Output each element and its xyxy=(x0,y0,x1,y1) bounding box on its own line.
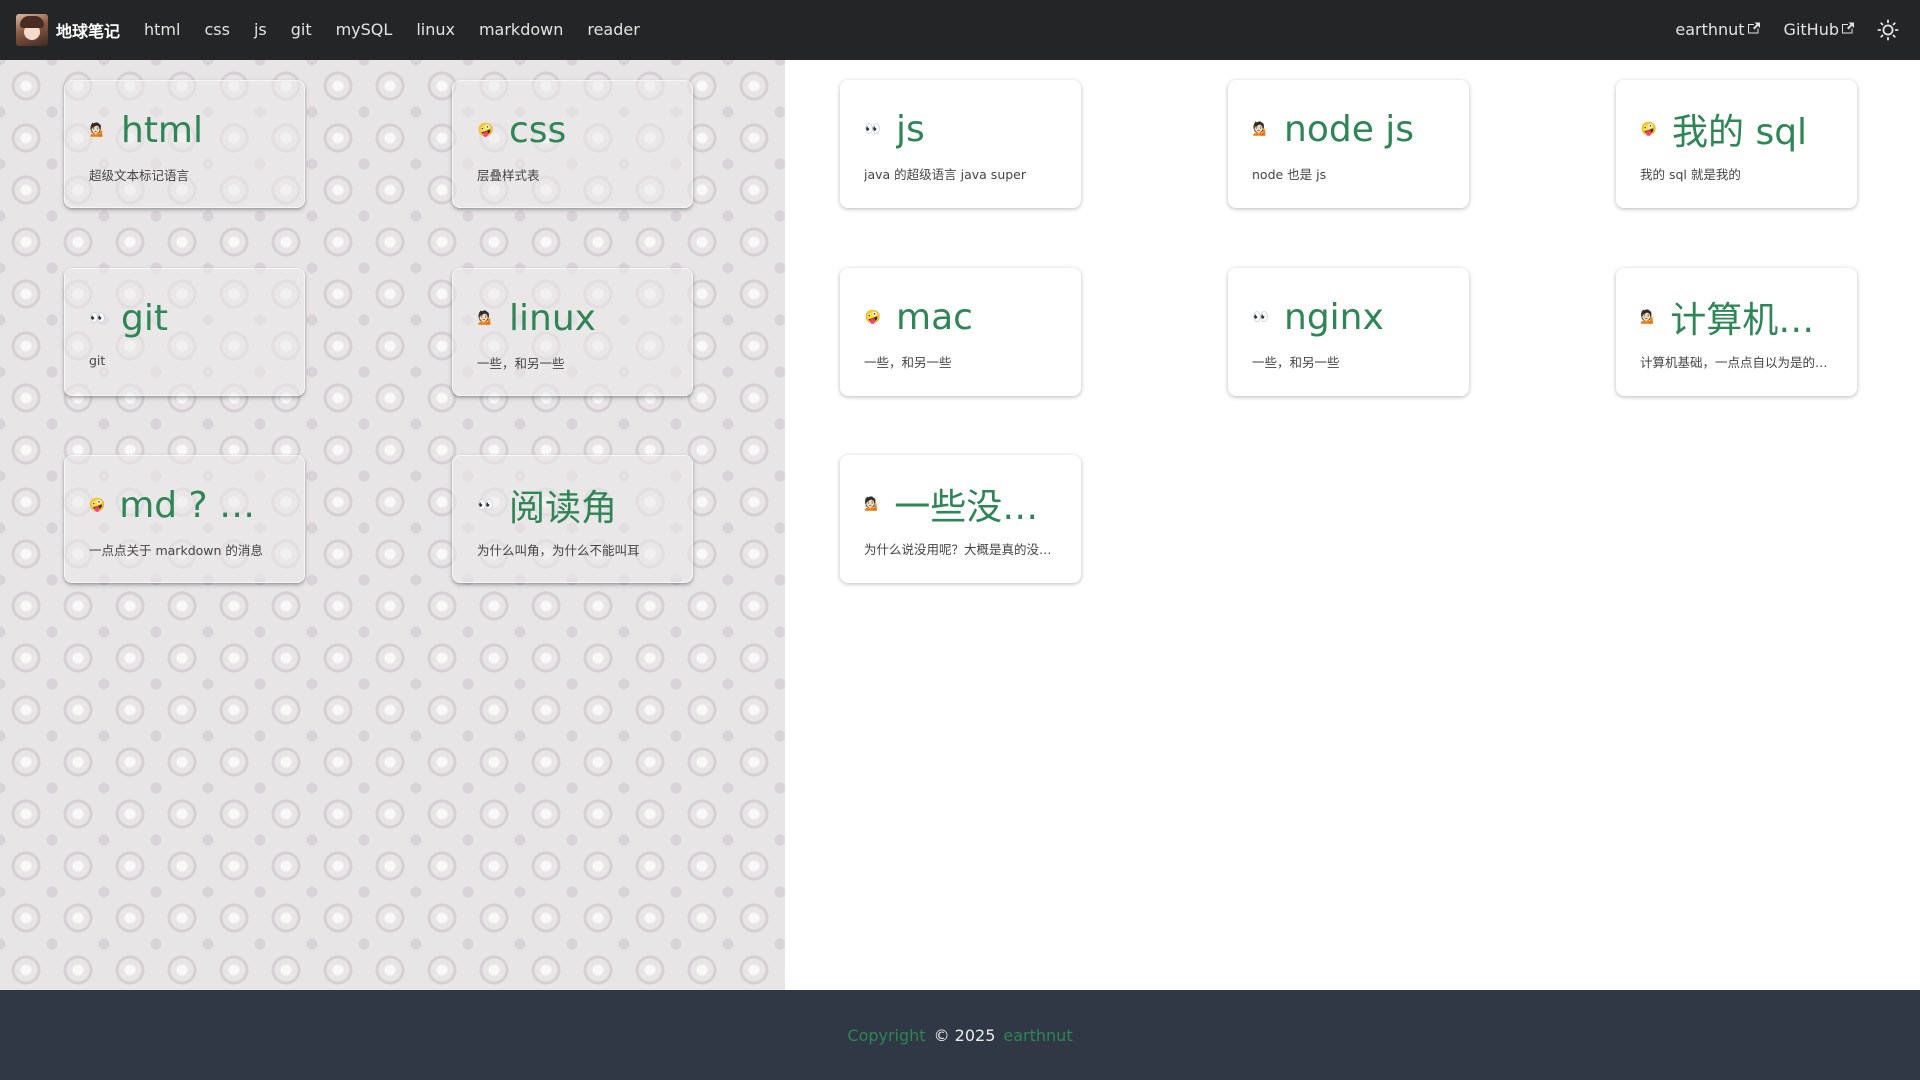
card-title: linux xyxy=(509,297,596,339)
navbar-right-group: earthnut GitHub xyxy=(1663,0,1904,60)
external-link-icon xyxy=(1747,22,1760,34)
footer-year-text: © 2025 xyxy=(933,1025,996,1045)
card-title: git xyxy=(121,297,168,339)
card-emoji-icon: 👀 xyxy=(864,121,882,137)
top-navbar: 地球笔记 html css js git mySQL linux markdow… xyxy=(0,0,1920,60)
card-emoji-icon: 💁🏻 xyxy=(477,310,495,326)
card-title: 计算机基础 xyxy=(1670,300,1833,341)
card-emoji-icon: 💁🏻 xyxy=(1252,121,1270,137)
card-description: 层叠样式表 xyxy=(477,168,540,183)
card-description: 一点点关于 markdown 的消息 xyxy=(89,543,263,558)
card-description: 计算机基础，一点点自以为是的东西 xyxy=(1640,355,1833,370)
card-title: 我的 sql xyxy=(1672,112,1808,153)
doc-card-computer-basics[interactable]: 💁🏻 计算机基础 计算机基础，一点点自以为是的东西 xyxy=(1616,268,1857,396)
card-description: 为什么叫角，为什么不能叫耳 xyxy=(477,543,640,558)
card-title: 一些没用的东西 xyxy=(894,487,1057,528)
card-title: nginx xyxy=(1284,296,1384,338)
nav-link-linux[interactable]: linux xyxy=(404,0,467,60)
doc-card-html[interactable]: 💁🏻 html 超级文本标记语言 xyxy=(64,80,305,208)
card-title: js xyxy=(896,108,925,150)
doc-card-useless-things[interactable]: 💁🏻 一些没用的东西 为什么说没用呢？大概是真的没用吧 xyxy=(840,455,1081,583)
card-title: md ? markdown xyxy=(119,484,280,526)
card-emoji-icon: 👀 xyxy=(1252,309,1270,325)
card-description: 超级文本标记语言 xyxy=(89,168,190,183)
doc-card-css[interactable]: 🤪 css 层叠样式表 xyxy=(452,80,693,208)
card-title: css xyxy=(509,109,567,151)
card-emoji-icon: 👀 xyxy=(477,497,495,513)
card-emoji-icon: 💁🏻 xyxy=(1640,309,1657,325)
doc-card-git[interactable]: 👀 git git xyxy=(64,268,305,396)
card-description: git xyxy=(89,353,106,368)
nav-link-markdown[interactable]: markdown xyxy=(467,0,575,60)
doc-card-markdown[interactable]: 🤪 md ? markdown 一点点关于 markdown 的消息 xyxy=(64,455,305,583)
nav-link-reader[interactable]: reader xyxy=(575,0,651,60)
card-emoji-icon: 👀 xyxy=(89,310,107,326)
card-description: 我的 sql 就是我的 xyxy=(1640,167,1741,182)
brand-avatar-logo xyxy=(16,14,48,46)
card-description: node 也是 js xyxy=(1252,167,1327,182)
nav-link-github-external[interactable]: GitHub xyxy=(1772,0,1866,60)
brand-link[interactable]: 地球笔记 xyxy=(16,14,120,46)
nav-link-html[interactable]: html xyxy=(132,0,192,60)
nav-link-js[interactable]: js xyxy=(242,0,279,60)
external-link-icon xyxy=(1842,22,1854,34)
sun-icon xyxy=(1877,19,1899,41)
page-footer: Copyright © 2025 earthnut xyxy=(0,990,1920,1080)
nav-link-earthnut-label: earthnut xyxy=(1675,20,1745,39)
nav-link-mysql[interactable]: mySQL xyxy=(324,0,405,60)
doc-card-reader[interactable]: 👀 阅读角 为什么叫角，为什么不能叫耳 xyxy=(452,455,693,583)
theme-toggle-button[interactable] xyxy=(1872,14,1904,46)
card-description: 为什么说没用呢？大概是真的没用吧 xyxy=(864,542,1057,557)
footer-author-link[interactable]: earthnut xyxy=(1003,1026,1072,1045)
nav-link-github-label: GitHub xyxy=(1783,20,1839,39)
card-title: node js xyxy=(1284,108,1415,150)
doc-card-node-js[interactable]: 💁🏻 node js node 也是 js xyxy=(1228,80,1469,208)
card-description: 一些，和另一些 xyxy=(1252,355,1340,370)
card-emoji-icon: 💁🏻 xyxy=(89,122,107,138)
nav-link-git[interactable]: git xyxy=(279,0,324,60)
footer-copyright-link[interactable]: Copyright xyxy=(847,1026,925,1045)
card-emoji-icon: 💁🏻 xyxy=(864,496,881,512)
nav-link-css[interactable]: css xyxy=(192,0,241,60)
card-title: 阅读角 xyxy=(509,488,618,529)
card-emoji-icon: 🤪 xyxy=(1640,121,1658,137)
doc-card-js[interactable]: 👀 js java 的超级语言 java super xyxy=(840,80,1081,208)
doc-card-nginx[interactable]: 👀 nginx 一些，和另一些 xyxy=(1228,268,1469,396)
card-emoji-icon: 🤪 xyxy=(89,497,106,513)
card-emoji-icon: 🤪 xyxy=(477,122,495,138)
card-title: mac xyxy=(896,296,973,338)
brand-title: 地球笔记 xyxy=(56,22,121,41)
nav-link-earthnut-external[interactable]: earthnut xyxy=(1663,0,1771,60)
card-description: java 的超级语言 java super xyxy=(864,167,1026,182)
card-emoji-icon: 🤪 xyxy=(864,309,882,325)
card-title: html xyxy=(121,109,204,151)
doc-card-linux[interactable]: 💁🏻 linux 一些，和另一些 xyxy=(452,268,693,396)
card-description: 一些，和另一些 xyxy=(477,356,565,371)
card-description: 一些，和另一些 xyxy=(864,355,952,370)
doc-card-mac[interactable]: 🤪 mac 一些，和另一些 xyxy=(840,268,1081,396)
doc-card-mysql[interactable]: 🤪 我的 sql 我的 sql 就是我的 xyxy=(1616,80,1857,208)
